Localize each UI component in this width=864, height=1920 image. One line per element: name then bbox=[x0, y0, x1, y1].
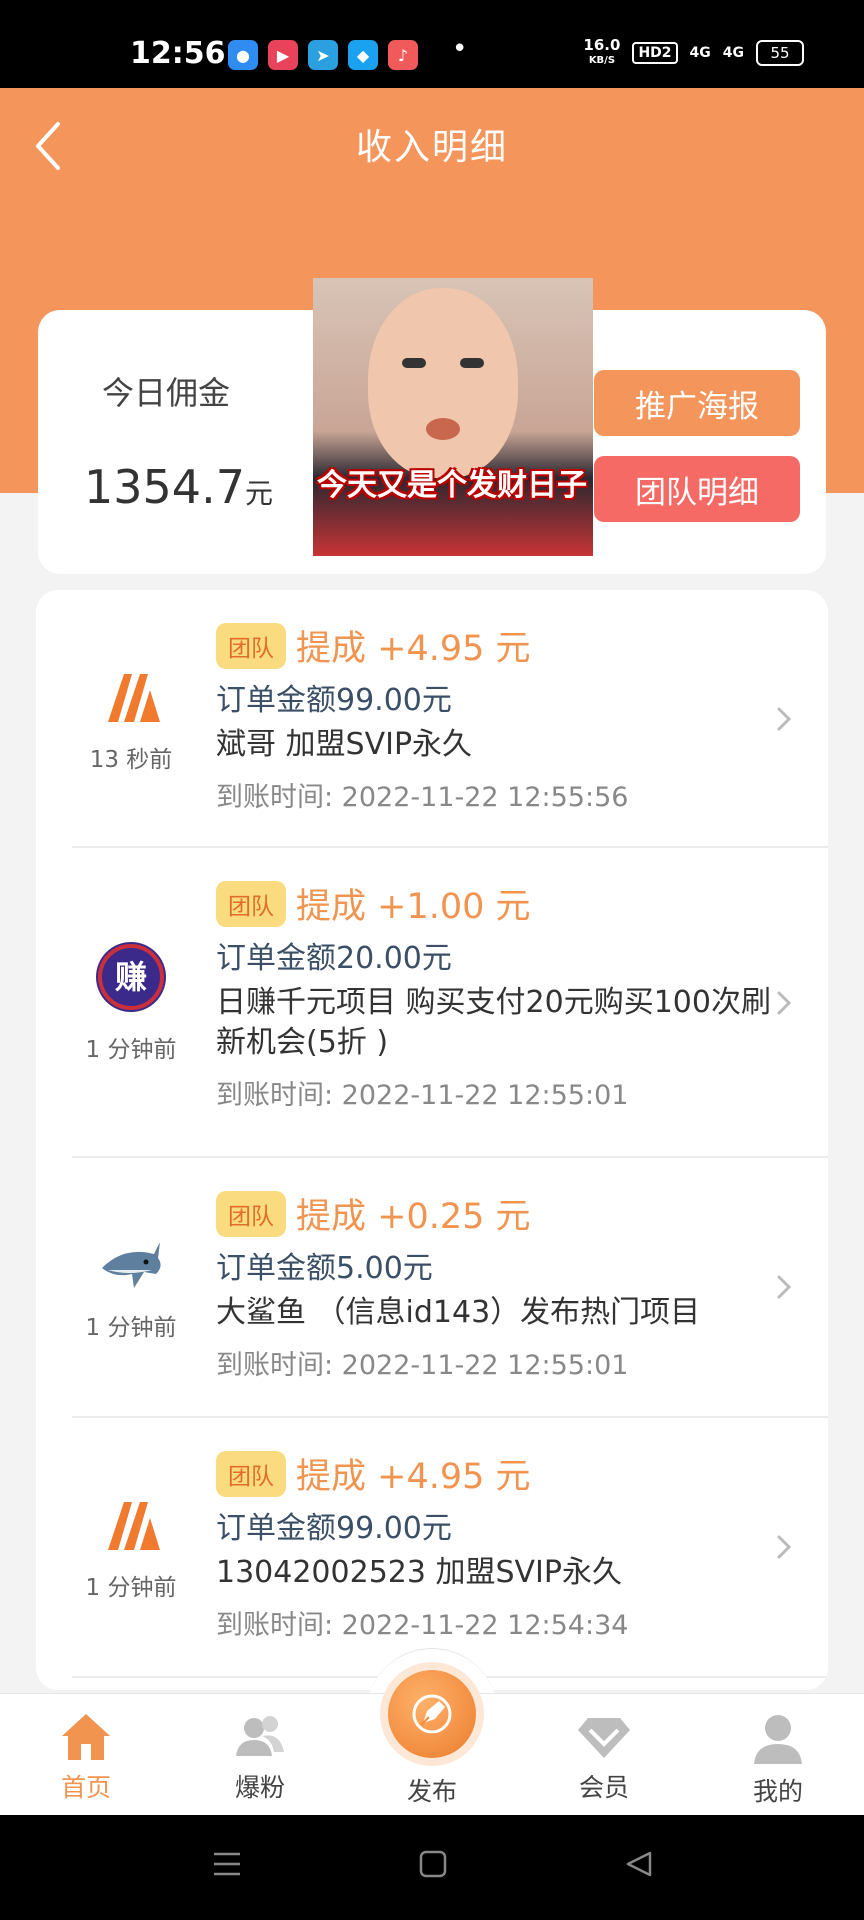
record-body: 团队 提成 +0.25 元 订单金额5.00元 大鲨鱼 （信息id143）发布热… bbox=[216, 1188, 796, 1382]
diamond-icon bbox=[578, 1718, 630, 1758]
record-time-ago: 13 秒前 bbox=[89, 747, 173, 773]
product-description: 日赚千元项目 购买支付20元购买100次刷新机会(5折 ) bbox=[216, 985, 771, 1060]
today-commission-amount: 1354.7元 bbox=[84, 460, 273, 514]
system-nav-bar bbox=[0, 1815, 864, 1920]
profile-icon bbox=[754, 1715, 802, 1764]
arrival-time: 到账时间: 2022-11-22 12:55:56 bbox=[216, 782, 629, 813]
publish-button[interactable] bbox=[388, 1670, 476, 1758]
status-indicators: 16.0 KB/S HD2 4G 4G 55 bbox=[583, 38, 804, 68]
team-tag: 团队 bbox=[216, 1190, 286, 1237]
record-body: 团队 提成 +4.95 元 订单金额99.00元 斌哥 加盟SVIP永久 到账时… bbox=[216, 620, 796, 814]
team-details-button[interactable]: 团队明细 bbox=[594, 456, 800, 522]
chevron-right-icon bbox=[777, 707, 792, 731]
menu-icon[interactable] bbox=[212, 1849, 242, 1879]
brand-stripes-icon bbox=[108, 1502, 160, 1550]
status-more-dot: • bbox=[452, 34, 468, 64]
today-commission-label: 今日佣金 bbox=[102, 374, 231, 412]
status-bar: 12:56 ● ▶ ➤ ◆ ♪ • 16.0 KB/S HD2 4G 4G 55 bbox=[0, 0, 864, 88]
record-time-ago: 1 分钟前 bbox=[85, 1575, 177, 1601]
svg-text:赚: 赚 bbox=[115, 958, 147, 996]
product-description: 斌哥 加盟SVIP永久 bbox=[216, 727, 473, 762]
team-tag: 团队 bbox=[216, 622, 286, 669]
chevron-right-icon bbox=[777, 991, 792, 1015]
record-time-ago: 1 分钟前 bbox=[85, 1315, 177, 1341]
pen-icon bbox=[412, 1694, 452, 1734]
home-icon bbox=[62, 1714, 110, 1760]
arrival-time: 到账时间: 2022-11-22 12:54:34 bbox=[216, 1610, 629, 1641]
tab-mine[interactable]: 我的 bbox=[708, 1694, 848, 1816]
signal-2-icon: 4G bbox=[722, 45, 744, 61]
signal-1-icon: 4G bbox=[689, 45, 711, 61]
commission-amount: 提成 +1.00 元 bbox=[296, 887, 531, 927]
commission-amount: 提成 +4.95 元 bbox=[296, 1457, 531, 1497]
team-tag: 团队 bbox=[216, 880, 286, 927]
arrival-time: 到账时间: 2022-11-22 12:55:01 bbox=[216, 1080, 629, 1111]
net-speed: 16.0 KB/S bbox=[583, 36, 621, 67]
meme-caption: 今天又是个发财日子 bbox=[317, 468, 587, 503]
chevron-right-icon bbox=[777, 1275, 792, 1299]
zhuan-coin-icon: 赚 bbox=[96, 942, 166, 1012]
status-time: 12:56 bbox=[130, 36, 226, 71]
brand-stripes-icon bbox=[108, 674, 160, 722]
arrival-time: 到账时间: 2022-11-22 12:55:01 bbox=[216, 1350, 629, 1381]
status-app-icons: ● ▶ ➤ ◆ ♪ bbox=[228, 40, 418, 70]
meme-image: 今天又是个发财日子 bbox=[313, 278, 593, 556]
record-time-ago: 1 分钟前 bbox=[85, 1037, 177, 1063]
telegram-app-icon: ➤ bbox=[308, 40, 338, 70]
commission-amount: 提成 +0.25 元 bbox=[296, 1197, 531, 1237]
battery-icon: 55 bbox=[756, 40, 804, 66]
music-app-icon: ♪ bbox=[388, 40, 418, 70]
team-tag: 团队 bbox=[216, 1450, 286, 1497]
product-description: 13042002523 加盟SVIP永久 bbox=[216, 1555, 622, 1590]
shark-icon bbox=[102, 1242, 161, 1288]
home-square-icon[interactable] bbox=[418, 1849, 448, 1879]
income-record-row[interactable]: 1 分钟前 团队 提成 +0.25 元 订单金额5.00元 大鲨鱼 （信息id1… bbox=[36, 1158, 828, 1418]
income-record-row[interactable]: 1 分钟前 团队 提成 +4.95 元 订单金额99.00元 130420025… bbox=[36, 1418, 828, 1678]
baby-face bbox=[368, 288, 518, 478]
tab-home[interactable]: 首页 bbox=[16, 1694, 156, 1816]
chevron-right-icon bbox=[777, 1535, 792, 1559]
order-amount: 订单金额99.00元 bbox=[216, 683, 452, 718]
commission-amount: 提成 +4.95 元 bbox=[296, 629, 531, 669]
income-record-row[interactable]: 赚 1 分钟前 团队 提成 +1.00 元 订单金额20.00元 日赚千元项目 … bbox=[36, 848, 828, 1158]
fans-icon bbox=[236, 1716, 284, 1756]
page-title: 收入明细 bbox=[355, 127, 508, 168]
record-body: 团队 提成 +1.00 元 订单金额20.00元 日赚千元项目 购买支付20元购… bbox=[216, 878, 796, 1112]
income-record-list: 13 秒前 团队 提成 +4.95 元 订单金额99.00元 斌哥 加盟SVIP… bbox=[36, 590, 828, 1690]
tab-member[interactable]: 会员 bbox=[534, 1694, 674, 1816]
income-record-row[interactable]: 13 秒前 团队 提成 +4.95 元 订单金额99.00元 斌哥 加盟SVIP… bbox=[36, 590, 828, 848]
qq-app-icon: ◆ bbox=[348, 40, 378, 70]
promo-poster-button[interactable]: 推广海报 bbox=[594, 370, 800, 436]
back-triangle-icon[interactable] bbox=[624, 1849, 654, 1879]
tab-fans[interactable]: 爆粉 bbox=[190, 1694, 330, 1816]
hd-badge: HD2 bbox=[632, 42, 678, 64]
order-amount: 订单金额20.00元 bbox=[216, 941, 452, 976]
product-description: 大鲨鱼 （信息id143）发布热门项目 bbox=[216, 1295, 701, 1330]
order-amount: 订单金额5.00元 bbox=[216, 1251, 433, 1286]
record-body: 团队 提成 +4.95 元 订单金额99.00元 13042002523 加盟S… bbox=[216, 1448, 796, 1642]
video-app-icon: ▶ bbox=[268, 40, 298, 70]
order-amount: 订单金额99.00元 bbox=[216, 1511, 452, 1546]
app-notification-icon: ● bbox=[228, 40, 258, 70]
